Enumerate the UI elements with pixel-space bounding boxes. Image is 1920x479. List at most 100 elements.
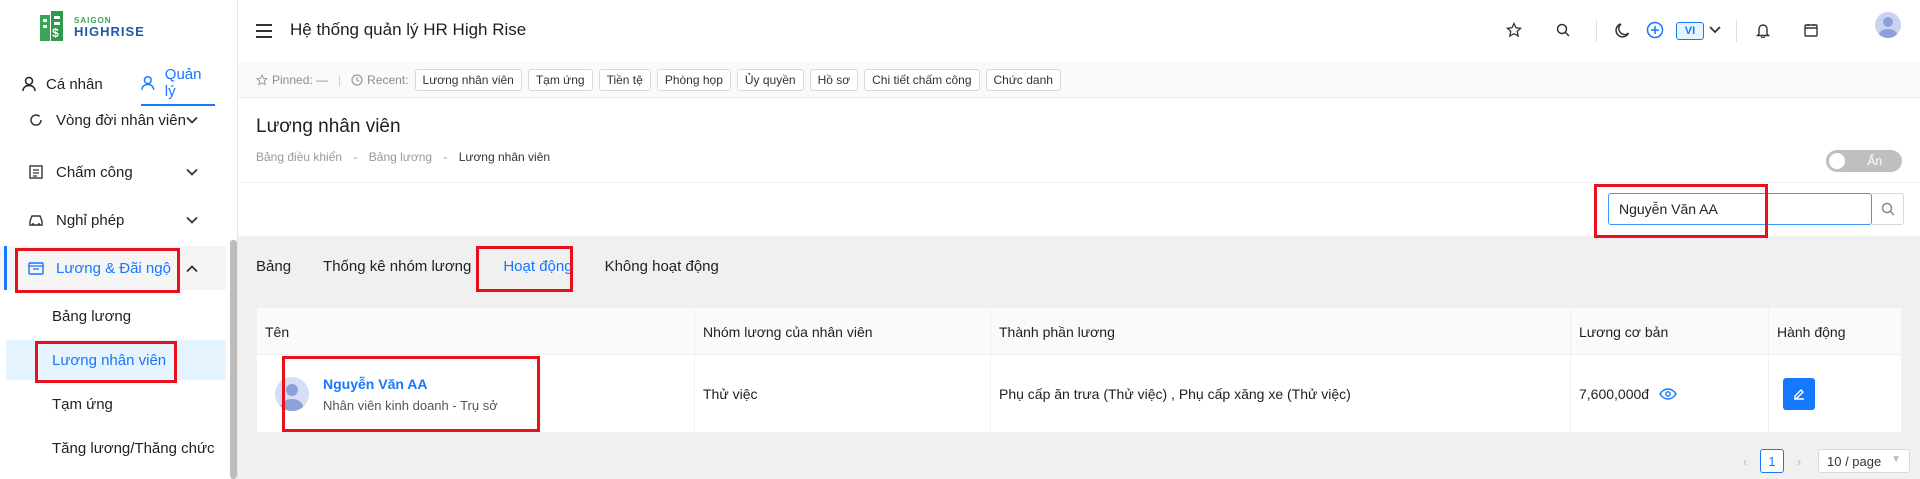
recent-chip[interactable]: Tiền tệ: [598, 68, 651, 91]
pinned-label: Pinned: —: [256, 73, 328, 87]
tab-salary-group-stats[interactable]: Thống kê nhóm lương: [323, 250, 471, 283]
page-size-select[interactable]: 10 / page ▼: [1818, 449, 1910, 473]
tab-table[interactable]: Bảng: [256, 250, 291, 283]
logo-big-text: HIGHRISE: [74, 23, 145, 39]
sidebar: $ SAIGON HIGHRISE Cá nhân Quản lý Vòng đ…: [0, 0, 238, 479]
chevron-down-icon: [186, 112, 198, 129]
prev-page-icon[interactable]: ‹: [1738, 454, 1752, 469]
cell-base-salary: 7,600,000đ: [1571, 355, 1769, 433]
calendar-money-icon: [28, 260, 44, 276]
breadcrumb-separator: -: [353, 150, 358, 164]
column-header-actions: Hành động: [1777, 323, 1846, 340]
toggle-knob: [1829, 153, 1845, 169]
sidebar-subitem-raise-promotion[interactable]: Tăng lương/Thăng chức: [6, 428, 226, 468]
sidebar-item-employee-lifecycle[interactable]: Vòng đời nhân viên: [0, 102, 226, 138]
tab-manage[interactable]: Quản lý: [141, 62, 215, 106]
chevron-down-icon[interactable]: [1706, 21, 1724, 39]
chevron-down-icon: [186, 212, 198, 229]
logo[interactable]: $ SAIGON HIGHRISE: [38, 10, 166, 44]
tab-manage-label: Quản lý: [164, 66, 202, 100]
employee-name-link[interactable]: Nguyễn Văn AA: [323, 376, 498, 392]
sidebar-item-label: Vòng đời nhân viên: [56, 111, 186, 129]
breadcrumb-current: Lương nhân viên: [458, 150, 551, 164]
tab-personal-label: Cá nhân: [46, 75, 103, 93]
page-title: Lương nhân viên: [256, 116, 401, 137]
pinned-value: —: [316, 72, 329, 87]
user-avatar[interactable]: [1875, 12, 1901, 38]
recent-bar: Pinned: — | Recent: Lương nhân viên Tạm …: [238, 62, 1920, 98]
employee-position: Nhân viên kinh doanh - Trụ sở: [323, 397, 498, 413]
column-header-salary-components[interactable]: Thành phần lương: [991, 308, 1571, 355]
dark-mode-moon-icon[interactable]: [1614, 21, 1632, 39]
content-tabs: Bảng Thống kê nhóm lương Hoạt động Không…: [238, 246, 751, 286]
column-header-base-salary[interactable]: Lương cơ bản: [1571, 308, 1769, 355]
sidebar-scrollbar[interactable]: [230, 240, 237, 479]
sidebar-item-leave[interactable]: Nghỉ phép: [0, 198, 226, 242]
cell-salary-group: Thử việc: [695, 355, 991, 433]
hide-toggle[interactable]: Ẩn: [1826, 150, 1902, 172]
recent-chip[interactable]: Phòng họp: [656, 68, 731, 91]
add-circle-icon[interactable]: [1646, 21, 1664, 39]
table-row[interactable]: Nguyễn Văn AA Nhân viên kinh doanh - Trụ…: [257, 355, 1901, 433]
next-page-icon[interactable]: ›: [1792, 454, 1806, 469]
page-size-value: 10 / page: [1827, 453, 1882, 469]
search-button[interactable]: [1872, 193, 1904, 225]
svg-text:$: $: [52, 26, 59, 40]
edit-button[interactable]: [1783, 378, 1815, 410]
sidebar-item-attendance[interactable]: Chấm công: [0, 150, 226, 194]
sidebar-item-label: Lương & Đãi ngộ: [56, 259, 171, 277]
user-icon: [141, 75, 155, 90]
header-divider: [1596, 20, 1597, 42]
tab-inactive[interactable]: Không hoạt động: [605, 250, 719, 283]
calendar-icon[interactable]: [1802, 21, 1820, 39]
list-icon: [28, 164, 44, 180]
search-area: [238, 182, 1920, 236]
salary-table: Tên Nhóm lương của nhân viên Thành phần …: [256, 307, 1902, 433]
sidebar-item-label: Chấm công: [56, 163, 133, 181]
recent-label-text: Recent:: [367, 72, 409, 87]
eye-icon[interactable]: [1659, 388, 1677, 400]
breadcrumb-separator: -: [443, 150, 448, 164]
logo-building-icon: $: [38, 11, 68, 43]
recent-chip[interactable]: Tạm ứng: [527, 68, 593, 91]
clock-icon: [351, 73, 363, 86]
cell-actions: [1769, 355, 1903, 433]
star-icon[interactable]: [1505, 21, 1523, 39]
toggle-label: Ẩn: [1867, 154, 1882, 168]
tab-active[interactable]: Hoạt động: [503, 250, 572, 283]
app-title: Hệ thống quản lý HR High Rise: [290, 20, 527, 39]
hamburger-menu-icon[interactable]: [256, 24, 272, 38]
sidebar-item-label: Nghỉ phép: [56, 211, 125, 229]
cell-employee: Nguyễn Văn AA Nhân viên kinh doanh - Trụ…: [257, 355, 695, 433]
top-header: Hệ thống quản lý HR High Rise VI: [238, 0, 1920, 62]
column-header-salary-group[interactable]: Nhóm lương của nhân viên: [695, 308, 991, 355]
pagination: ‹ 1 › 10 / page ▼: [1738, 449, 1910, 473]
page-number-current[interactable]: 1: [1760, 449, 1784, 473]
chevron-up-icon: [186, 260, 198, 277]
recent-label: Recent:: [351, 72, 409, 87]
search-input[interactable]: [1608, 193, 1872, 225]
breadcrumb-item[interactable]: Bảng lương: [369, 150, 432, 164]
recent-chip[interactable]: Chức danh: [985, 68, 1061, 91]
sidebar-subitem-employee-salary[interactable]: Lương nhân viên: [6, 340, 226, 380]
breadcrumb: Bảng điều khiển - Bảng lương - Lương nhâ…: [256, 150, 550, 164]
user-icon: [22, 76, 36, 92]
breadcrumb-item[interactable]: Bảng điều khiển: [256, 150, 342, 164]
recent-chip[interactable]: Ủy quyền: [736, 68, 804, 91]
tab-personal[interactable]: Cá nhân: [22, 62, 131, 106]
employee-avatar: [275, 377, 309, 411]
bell-icon[interactable]: [1754, 21, 1772, 39]
pinned-label-text: Pinned:: [272, 72, 313, 87]
language-badge[interactable]: VI: [1676, 22, 1704, 40]
page-header: Lương nhân viên Bảng điều khiển - Bảng l…: [238, 98, 1920, 182]
sidebar-item-salary-benefits[interactable]: Lương & Đãi ngộ: [0, 246, 226, 290]
edit-icon: [1794, 389, 1804, 400]
column-header-name[interactable]: Tên: [257, 308, 695, 355]
sidebar-subitem-advance[interactable]: Tạm ứng: [6, 384, 226, 424]
recent-chip[interactable]: Chi tiết chấm công: [864, 68, 980, 91]
search-icon[interactable]: [1554, 21, 1572, 39]
sidebar-subitem-payroll[interactable]: Bảng lương: [6, 296, 226, 336]
star-icon: [256, 73, 268, 85]
recent-chip[interactable]: Lương nhân viên: [414, 68, 522, 91]
recent-chip[interactable]: Hồ sơ: [809, 68, 859, 91]
